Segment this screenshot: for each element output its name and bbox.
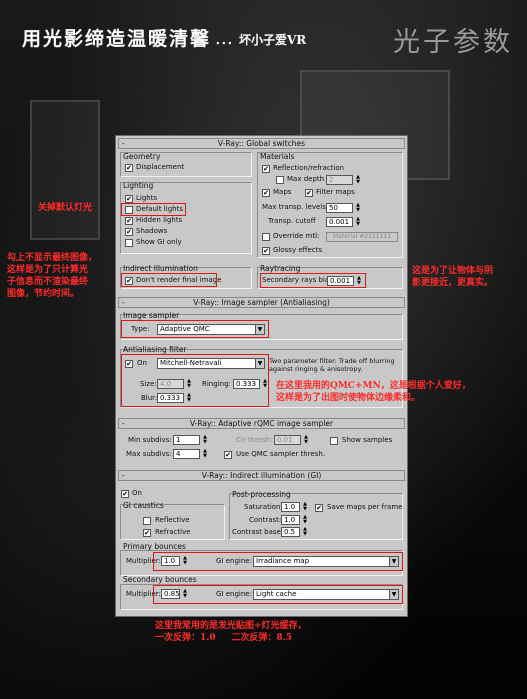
override-mtl-checkbox[interactable]: [262, 233, 270, 241]
primary-bounces-label: Primary bounces: [123, 542, 186, 551]
reflective-checkbox[interactable]: [143, 517, 151, 525]
aa-filter-highlight: [121, 354, 269, 407]
aa-filter-description: Two parameter filter: Trade off blurring…: [269, 357, 395, 373]
sampler-type-highlight: [121, 320, 269, 338]
max-depth-spinner[interactable]: ▲ ▼: [355, 175, 361, 185]
saturation-field[interactable]: 1.0: [281, 502, 300, 512]
secondary-bounces-highlight: [153, 585, 403, 604]
saturation-spinner[interactable]: ▲ ▼: [302, 502, 308, 512]
maps-checkbox[interactable]: ✔: [262, 189, 270, 197]
use-qmc-thresh-checkbox[interactable]: ✔: [224, 451, 232, 459]
contrast-base-label: Contrast base:: [232, 528, 284, 536]
use-qmc-thresh-label: Use QMC sampler thresh.: [236, 450, 326, 458]
displacement-label: Displacement: [136, 163, 185, 171]
max-transp-levels-label: Max transp. levels: [262, 203, 326, 211]
max-depth-label: Max depth: [287, 175, 325, 183]
materials-label: Materials: [260, 152, 295, 161]
default-lights-highlight: [121, 203, 186, 216]
rollout-header-indirect-illumination[interactable]: - V-Ray:: Indirect illumination (GI): [118, 470, 405, 481]
clr-thresh-label: Clr thresh:: [236, 436, 273, 444]
show-samples-checkbox[interactable]: [330, 437, 338, 445]
clr-thresh-spinner[interactable]: ▲ ▼: [303, 435, 309, 445]
glossy-effects-label: Glossy effects: [273, 246, 322, 254]
reflective-label: Reflective: [155, 516, 190, 524]
max-subdivs-label: Max subdivs:: [126, 450, 172, 458]
max-subdivs-spinner[interactable]: ▲ ▼: [202, 449, 208, 459]
reflection-refraction-checkbox[interactable]: ✔: [262, 165, 270, 173]
lighting-label: Lighting: [123, 181, 154, 190]
rollout-header-global-switches[interactable]: - V-Ray:: Global switches: [118, 138, 405, 149]
shadows-checkbox[interactable]: ✔: [125, 228, 133, 236]
show-gi-only-checkbox[interactable]: [125, 239, 133, 247]
show-samples-label: Show samples: [342, 436, 393, 444]
lights-checkbox[interactable]: ✔: [125, 195, 133, 203]
rollout-header-image-sampler[interactable]: - V-Ray:: Image sampler (Antialiasing): [118, 297, 405, 308]
min-subdivs-field[interactable]: 1: [173, 435, 200, 445]
refractive-checkbox[interactable]: ✔: [143, 529, 151, 537]
glossy-effects-checkbox[interactable]: ✔: [262, 247, 270, 255]
saturation-label: Saturation:: [244, 503, 283, 511]
clr-thresh-field[interactable]: 0.01: [274, 435, 301, 445]
max-transp-levels-spinner[interactable]: ▲ ▼: [355, 203, 361, 213]
gi-on-checkbox[interactable]: ✔: [121, 490, 129, 498]
annotation-default-lights: 关掉默认灯光: [38, 203, 93, 213]
filter-maps-checkbox[interactable]: ✔: [305, 189, 313, 197]
annotation-final-image: 勾上不显示最终图像， 这样是为了只计算光 子信息而不渲染最终 图像，节约时间。: [7, 253, 98, 299]
filter-maps-label: Filter maps: [316, 188, 355, 196]
transp-cutoff-field[interactable]: 0.001: [326, 217, 353, 227]
lights-label: Lights: [136, 194, 158, 202]
contrast-base-spinner[interactable]: ▲ ▼: [302, 527, 308, 537]
page-subtitle: ．．．坏小子爱VR: [215, 33, 307, 47]
indirect-illumination-label: Indirect illumination: [123, 264, 198, 273]
transp-cutoff-spinner[interactable]: ▲ ▼: [355, 217, 361, 227]
refractive-label: Refractive: [155, 528, 191, 536]
save-maps-per-frame-checkbox[interactable]: ✔: [315, 504, 323, 512]
hidden-lights-checkbox[interactable]: ✔: [125, 217, 133, 225]
secondary-bounces-label: Secondary bounces: [123, 575, 197, 584]
contrast-spinner[interactable]: ▲ ▼: [302, 515, 308, 525]
page-title: 用光影缔造温暖清馨: [22, 28, 212, 50]
vray-render-settings-panel: - V-Ray:: Global switches Geometry ✔ Disp…: [115, 135, 408, 617]
post-processing-label: Post-processing: [232, 490, 291, 499]
image-sampler-label: Image sampler: [123, 311, 180, 320]
displacement-checkbox[interactable]: ✔: [125, 164, 133, 172]
secondary-bias-highlight: [260, 273, 366, 288]
max-subdivs-field[interactable]: 4: [173, 449, 200, 459]
max-depth-checkbox[interactable]: [276, 176, 284, 184]
geometry-label: Geometry: [123, 152, 161, 161]
raytracing-label: Raytracing: [260, 264, 301, 273]
gi-caustics-label: GI caustics: [123, 501, 164, 510]
gi-on-label: On: [132, 489, 142, 497]
contrast-base-field[interactable]: 0.5: [281, 527, 300, 537]
dont-render-highlight: [121, 273, 217, 287]
min-subdivs-spinner[interactable]: ▲ ▼: [202, 435, 208, 445]
transp-cutoff-label: Transp. cutoff: [268, 217, 316, 225]
primary-bounces-highlight: [153, 552, 403, 571]
contrast-label: Contrast:: [249, 516, 282, 524]
shadows-label: Shadows: [136, 227, 168, 235]
override-material-button[interactable]: Material #2111111: [326, 232, 398, 242]
max-depth-field[interactable]: 2: [326, 175, 353, 185]
show-gi-only-label: Show GI only: [136, 238, 182, 246]
contrast-field[interactable]: 1.0: [281, 515, 300, 525]
annotation-filter: 在这里我用的QMC+MN，这是根据个人爱好， 这样是为了出图时使物体边缘柔和。: [276, 381, 471, 403]
reflection-refraction-label: Reflection/refraction: [273, 164, 345, 172]
override-mtl-label: Override mtl:: [273, 232, 320, 240]
max-transp-levels-field[interactable]: 50: [326, 203, 353, 213]
save-maps-per-frame-label: Save maps per frame: [327, 503, 403, 511]
hidden-lights-label: Hidden lights: [136, 216, 183, 224]
background-window: [30, 100, 100, 240]
annotation-gi: 这里我常用的是发光贴图+灯光缓存， 一次反弹：1.0 二次反弹：8.5: [155, 621, 307, 643]
maps-label: Maps: [273, 188, 292, 196]
annotation-bias: 这是为了让物体与阴 影更接近，更真实。: [412, 266, 494, 288]
min-subdivs-label: Min subdivs:: [128, 436, 172, 444]
aa-filter-label: Antialiasing filter: [123, 345, 187, 354]
rollout-header-adaptive-qmc[interactable]: - V-Ray:: Adaptive rQMC image sampler: [118, 418, 405, 429]
watermark-logo: 光子参数: [393, 27, 513, 58]
